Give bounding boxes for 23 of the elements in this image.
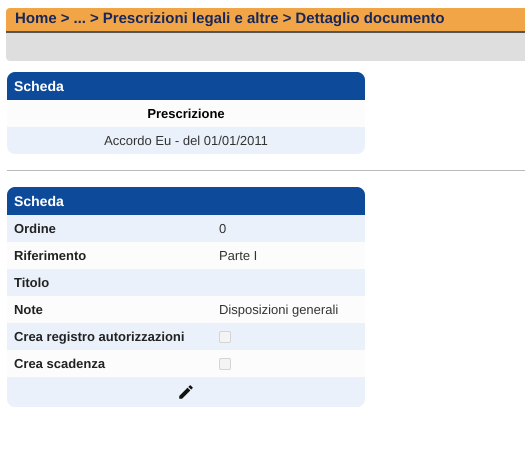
field-label: Titolo (13, 274, 50, 292)
breadcrumb-current: Dettaglio documento (295, 9, 445, 30)
edit-button[interactable] (177, 383, 195, 401)
breadcrumb-link[interactable]: ... (73, 8, 86, 31)
field-label: Note (13, 300, 44, 319)
checkbox[interactable] (219, 330, 231, 342)
breadcrumb-separator: > (60, 9, 70, 30)
field-value: 0 (219, 220, 226, 238)
breadcrumb-link[interactable]: Home (15, 8, 57, 31)
breadcrumb-separator: > (282, 9, 292, 30)
card-header: Scheda (7, 72, 365, 100)
checkbox[interactable] (219, 358, 231, 370)
field-value: Accordo Eu - del 01/01/2011 (7, 127, 365, 154)
field-label: Ordine (13, 220, 57, 238)
field-label: Crea registro autorizzazioni (13, 328, 186, 346)
field-value: Parte I (219, 246, 258, 265)
breadcrumb-separator: > (90, 9, 99, 30)
breadcrumb-link[interactable]: Prescrizioni legali e altre (102, 8, 279, 31)
field-value: Disposizioni generali (219, 300, 338, 319)
card-header: Scheda (7, 187, 365, 215)
field-label: Crea scadenza (13, 354, 106, 373)
pencil-icon (177, 383, 195, 401)
field-label: Riferimento (13, 246, 88, 265)
